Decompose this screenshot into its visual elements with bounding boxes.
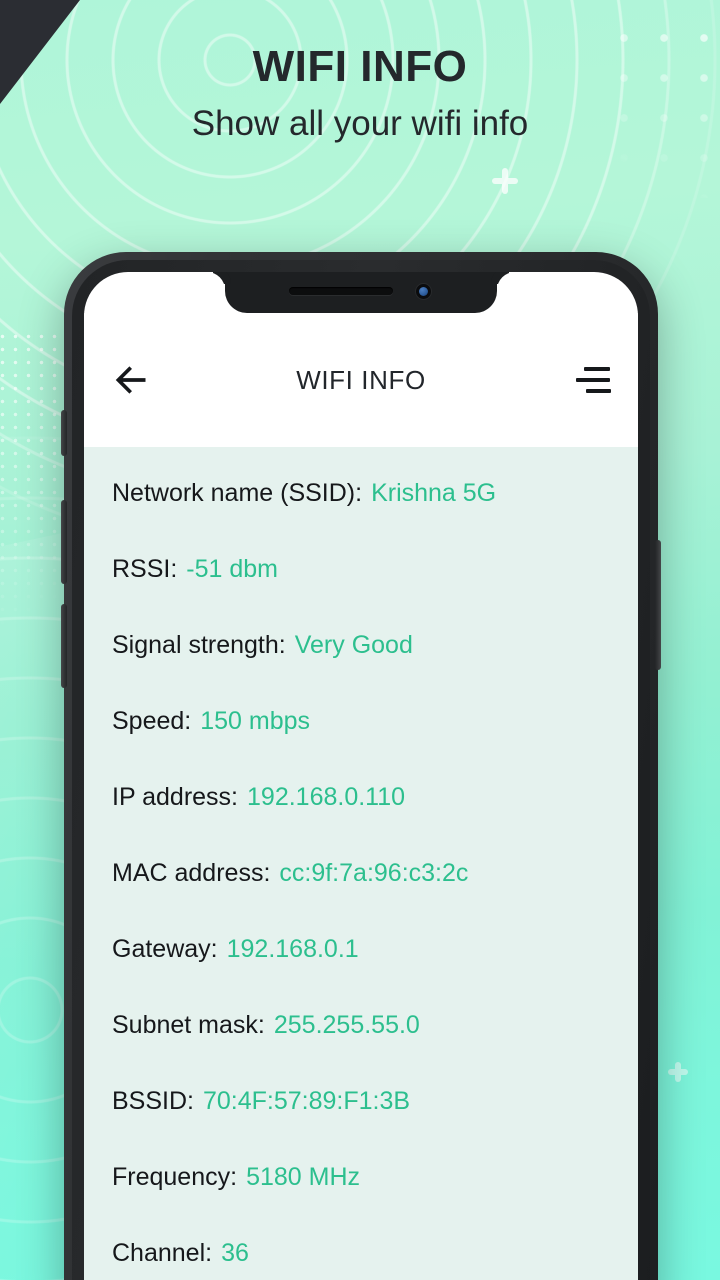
menu-line-1	[584, 367, 610, 371]
info-row: IP address: 192.168.0.110	[112, 783, 610, 859]
app-bar: WIFI INFO	[84, 313, 638, 447]
info-row: BSSID: 70:4F:57:89:F1:3B	[112, 1087, 610, 1163]
promo-subtitle: Show all your wifi info	[191, 104, 529, 144]
info-row-label: RSSI:	[112, 555, 178, 583]
promo-title: WIFI INFO	[252, 42, 468, 91]
info-row: Network name (SSID): Krishna 5G	[112, 479, 610, 555]
hamburger-menu-icon[interactable]	[576, 365, 611, 395]
info-row-value: 70:4F:57:89:F1:3B	[202, 1087, 411, 1115]
info-row-value: 192.168.0.110	[247, 783, 406, 811]
phone-notch	[225, 272, 497, 313]
info-row-value: 150 mbps	[200, 707, 311, 735]
info-row: Frequency: 5180 MHz	[112, 1163, 610, 1239]
info-row-value: cc:9f:7a:96:c3:2c	[279, 859, 469, 887]
info-row-label: Signal strength:	[112, 631, 286, 659]
info-row-value: 192.168.0.1	[226, 935, 359, 963]
info-row: Speed: 150 mbps	[112, 707, 610, 783]
info-row: MAC address: cc:9f:7a:96:c3:2c	[112, 859, 610, 935]
sparkle-plus-icon-2	[668, 1062, 688, 1082]
promo-header: WIFI INFO Show all your wifi info	[0, 0, 720, 144]
info-row-label: Network name (SSID):	[112, 479, 363, 507]
arrow-left-icon[interactable]	[112, 361, 150, 399]
info-row-label: IP address:	[112, 783, 239, 811]
info-row: Signal strength: Very Good	[112, 631, 610, 707]
info-row-label: MAC address:	[112, 859, 271, 887]
volume-down-button[interactable]	[61, 604, 67, 688]
phone-screen: WIFI INFO Network name (SSID): Krishna 5G…	[84, 272, 638, 1280]
front-camera-icon	[416, 284, 431, 299]
info-row: Gateway: 192.168.0.1	[112, 935, 610, 1011]
info-row-value: 255.255.55.0	[273, 1011, 420, 1039]
info-row: Channel: 36	[112, 1239, 610, 1280]
menu-line-2	[576, 378, 610, 382]
info-row-value: 36	[221, 1239, 249, 1267]
info-row: Subnet mask: 255.255.55.0	[112, 1011, 610, 1087]
info-row-value: -51 dbm	[186, 555, 279, 583]
power-button[interactable]	[655, 540, 661, 670]
info-row-value: 5180 MHz	[246, 1163, 361, 1191]
volume-up-button[interactable]	[61, 500, 67, 584]
sparkle-plus-icon	[492, 168, 518, 194]
phone-mockup: WIFI INFO Network name (SSID): Krishna 5G…	[61, 252, 661, 1280]
info-row-label: Speed:	[112, 707, 192, 735]
info-row-value: Krishna 5G	[371, 479, 497, 507]
earpiece-speaker-icon	[289, 287, 393, 295]
wifi-info-panel: Network name (SSID): Krishna 5G RSSI: -51 d…	[84, 447, 638, 1280]
info-row-value: Very Good	[294, 631, 413, 659]
info-row-label: Channel:	[112, 1239, 213, 1267]
info-row: RSSI: -51 dbm	[112, 555, 610, 631]
menu-line-3	[586, 389, 611, 393]
app-bar-title: WIFI INFO	[296, 364, 426, 395]
info-row-label: Frequency:	[112, 1163, 238, 1191]
info-row-label: BSSID:	[112, 1087, 194, 1115]
info-row-label: Gateway:	[112, 935, 218, 963]
silent-switch-button[interactable]	[61, 410, 67, 456]
promo-screenshot: WIFI INFO Show all your wifi info WIFI I…	[0, 0, 720, 1280]
info-row-label: Subnet mask:	[112, 1011, 265, 1039]
